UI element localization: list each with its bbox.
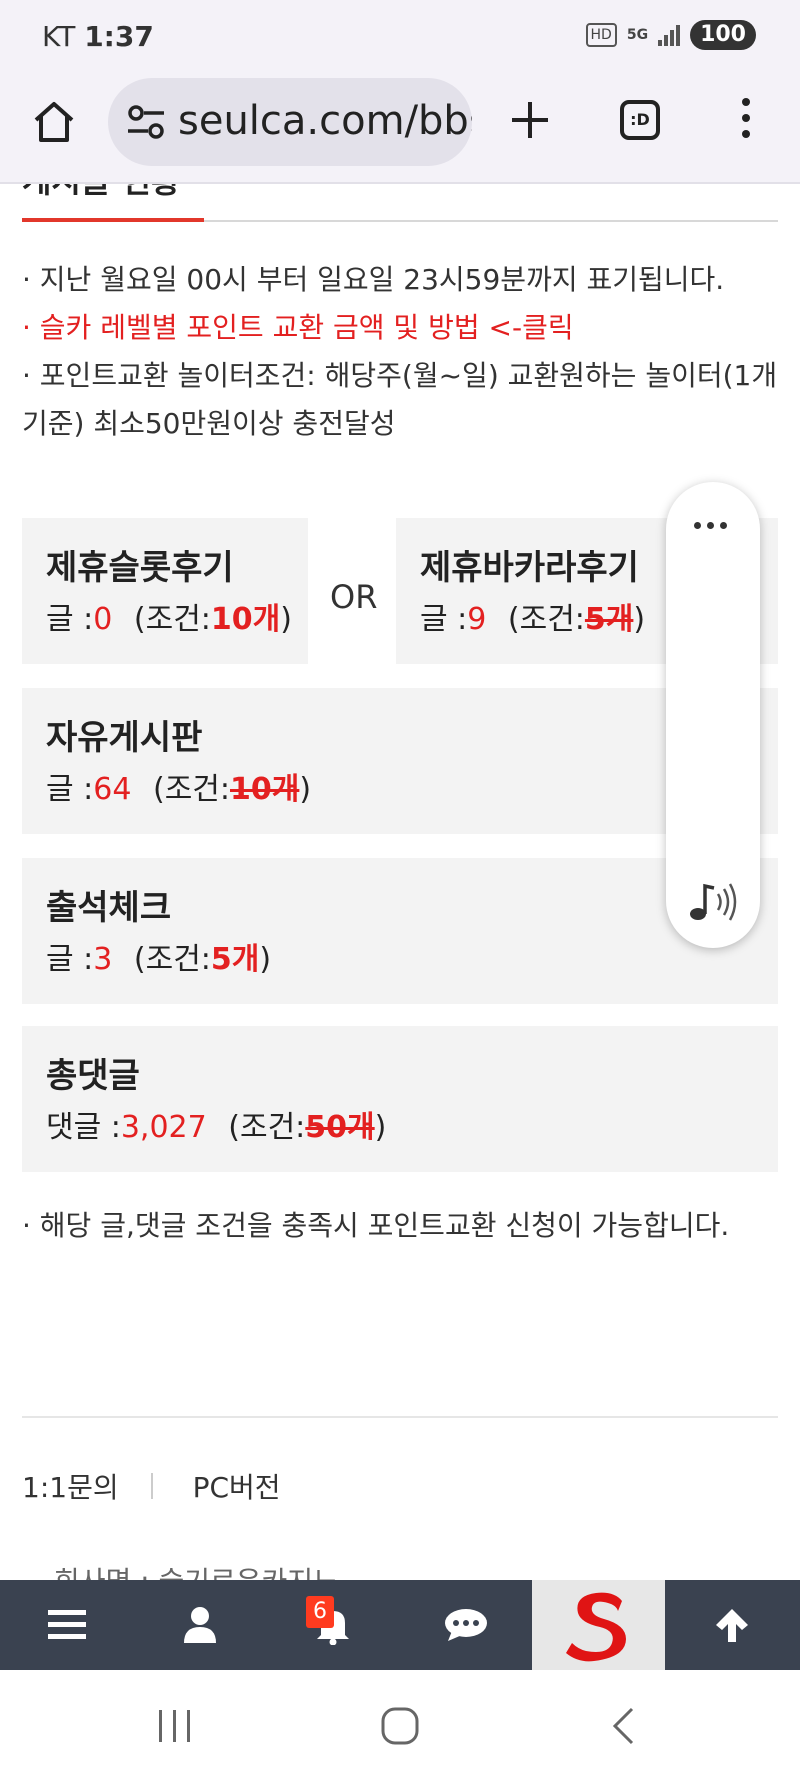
condition-label: (조건: xyxy=(228,1110,306,1145)
card-count-line: 댓글 :3,027 (조건:50개) xyxy=(46,1102,386,1146)
condition-value: 50개 xyxy=(305,1110,375,1145)
condition-value: 5개 xyxy=(210,942,260,977)
condition-value: 5개 xyxy=(584,602,634,637)
chat-icon xyxy=(444,1609,487,1641)
browser-toolbar: seulca.com/bbs :D xyxy=(0,72,800,184)
new-tab-plus-icon[interactable] xyxy=(508,98,552,142)
address-bar[interactable]: seulca.com/bbs xyxy=(108,78,472,166)
count-value: 3,027 xyxy=(120,1110,207,1145)
more-menu-icon[interactable] xyxy=(736,98,756,146)
signal-icon xyxy=(658,24,681,46)
nav-user[interactable] xyxy=(133,1580,266,1670)
hd-voice-icon: HD xyxy=(585,23,617,47)
condition-value: 10개 xyxy=(230,772,300,807)
condition-label: (조건: xyxy=(152,772,230,807)
card-count-line: 글 :0 (조건:10개) xyxy=(46,594,292,638)
card-count-line: 글 :3 (조건:5개) xyxy=(46,934,271,978)
site-logo xyxy=(565,1592,626,1662)
nav-site-logo[interactable] xyxy=(532,1580,665,1670)
card-title: 출석체크 xyxy=(46,888,172,928)
carrier-label: KT xyxy=(42,20,76,53)
read-aloud-icon[interactable] xyxy=(684,874,740,930)
card-title: 제휴슬롯후기 xyxy=(46,548,234,588)
notice-list: · 지난 월요일 00시 부터 일요일 23시59분까지 표기됩니다. · 슬카… xyxy=(22,256,778,448)
notice-period: · 지난 월요일 00시 부터 일요일 23시59분까지 표기됩니다. xyxy=(22,263,725,296)
card-total-comments: 총댓글 댓글 :3,027 (조건:50개) xyxy=(22,1026,778,1172)
condition-close: ) xyxy=(374,1110,387,1145)
menu-icon xyxy=(47,1610,86,1639)
card-title: 자유게시판 xyxy=(46,718,203,758)
card-count-line: 글 :64 (조건:10개) xyxy=(46,764,311,808)
status-carrier-time: KT 1:37 xyxy=(42,20,154,53)
condition-label: (조건: xyxy=(133,602,211,637)
arrow-up-icon xyxy=(715,1609,748,1642)
count-value: 9 xyxy=(467,602,487,637)
inquiry-link[interactable]: 1:1문의 xyxy=(22,1466,119,1506)
notification-badge: 6 xyxy=(306,1596,334,1628)
card-title: 총댓글 xyxy=(46,1056,140,1096)
nav-menu[interactable] xyxy=(0,1580,133,1670)
level-exchange-link[interactable]: · 슬카 레벨별 포인트 교환 금액 및 방법 <-클릭 xyxy=(22,304,778,352)
recent-apps-icon[interactable] xyxy=(156,1708,194,1744)
nav-chat[interactable] xyxy=(399,1580,532,1670)
condition-close: ) xyxy=(280,602,292,637)
condition-label: (조건: xyxy=(133,942,211,977)
card-title: 제휴바카라후기 xyxy=(420,548,639,588)
condition-value: 10개 xyxy=(210,602,281,637)
count-label: 글 : xyxy=(46,602,94,637)
count-label: 글 : xyxy=(420,602,468,637)
more-dots-icon[interactable] xyxy=(694,522,727,529)
notice-condition: · 포인트교환 놀이터조건: 해당주(월~일) 교환원하는 놀이터(1개기준) … xyxy=(22,359,778,440)
condition-close: ) xyxy=(299,772,312,807)
footer-divider xyxy=(22,1416,778,1418)
nav-scroll-top[interactable] xyxy=(665,1580,798,1670)
battery-icon: 100 xyxy=(690,20,756,50)
condition-close: ) xyxy=(259,942,272,977)
clock: 1:37 xyxy=(84,20,154,53)
card-count-line: 글 :9 (조건:5개) xyxy=(420,594,645,638)
condition-close: ) xyxy=(633,602,646,637)
card-attendance: 출석체크 글 :3 (조건:5개) xyxy=(22,858,778,1004)
back-icon[interactable] xyxy=(610,1706,636,1746)
site-bottom-nav xyxy=(0,1580,800,1670)
footer-separator xyxy=(150,1473,153,1499)
count-label: 글 : xyxy=(46,772,94,807)
or-label: OR xyxy=(330,578,378,616)
status-icons: HD 5G 100 xyxy=(585,20,756,50)
count-value: 64 xyxy=(93,772,132,807)
count-value: 0 xyxy=(93,602,113,637)
company-name: 회사명 : 슬기로운카지노 xyxy=(54,1560,339,1580)
network-5g-icon: 5G xyxy=(626,27,649,43)
tabs-icon[interactable]: :D xyxy=(620,100,660,140)
section-divider-accent xyxy=(22,218,204,222)
condition-label: (조건: xyxy=(507,602,585,637)
count-label: 댓글 : xyxy=(46,1110,121,1145)
home-nav-icon[interactable] xyxy=(380,1706,420,1746)
exchange-note: · 해당 글,댓글 조건을 충족시 포인트교환 신청이 가능합니다. xyxy=(22,1209,730,1242)
status-bar: KT 1:37 HD 5G 100 xyxy=(0,0,800,72)
site-settings-icon[interactable] xyxy=(126,104,166,140)
card-slot-review: 제휴슬롯후기 글 :0 (조건:10개) xyxy=(22,518,308,664)
section-title: 게시글 현황 xyxy=(22,184,180,202)
count-label: 글 : xyxy=(46,942,94,977)
pc-version-link[interactable]: PC버전 xyxy=(193,1466,281,1506)
user-icon xyxy=(183,1607,216,1643)
android-nav-bar xyxy=(0,1670,800,1778)
footer-links: 1:1문의 PC버전 xyxy=(22,1466,281,1506)
card-free-board: 자유게시판 글 :64 (조건:10개) xyxy=(22,688,778,834)
count-value: 3 xyxy=(93,942,113,977)
home-icon[interactable] xyxy=(30,98,78,146)
floating-panel[interactable] xyxy=(666,482,760,948)
url-text: seulca.com/bbs xyxy=(178,98,472,144)
